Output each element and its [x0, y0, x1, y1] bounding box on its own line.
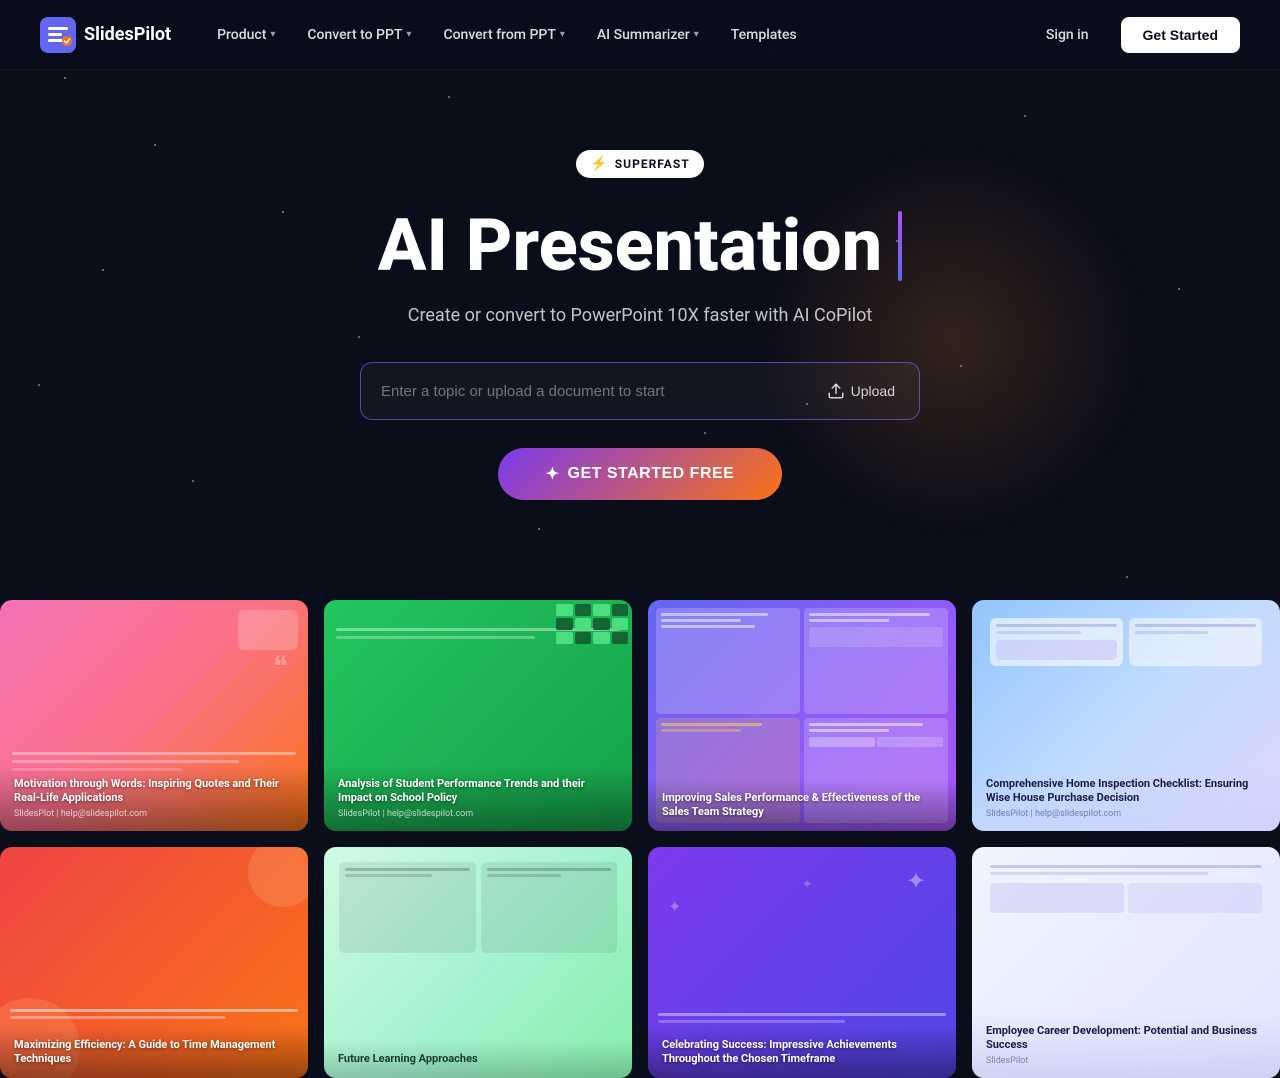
card-content-future: Future Learning Approaches — [324, 1040, 632, 1078]
topic-input-area: Upload — [360, 362, 920, 420]
nav-label-convert-to-ppt: Convert to PPT — [307, 27, 402, 43]
nav-label-product: Product — [217, 27, 266, 43]
presentation-card-student[interactable]: Analysis of Student Performance Trends a… — [324, 600, 632, 831]
nav-item-ai-summarizer[interactable]: AI Summarizer ▾ — [583, 19, 713, 51]
card-title-motivation: Motivation through Words: Inspiring Quot… — [14, 777, 294, 806]
card-footer-student: SlidesPilot | help@slidespilot.com — [338, 809, 618, 819]
card-content-motivation: Motivation through Words: Inspiring Quot… — [0, 765, 308, 832]
card-column-4: Comprehensive Home Inspection Checklist:… — [972, 600, 1280, 1078]
navbar: SlidesPilot Product ▾ Convert to PPT ▾ C… — [0, 0, 1280, 70]
presentation-card-celebrating[interactable]: ✦ ✦ ✦ Celebrating Success: Impressive Ac… — [648, 847, 956, 1078]
nav-right: Sign in Get Started — [1030, 17, 1240, 53]
presentation-card-home[interactable]: Comprehensive Home Inspection Checklist:… — [972, 600, 1280, 831]
card-footer-employee: SlidesPilot — [986, 1056, 1266, 1066]
card-column-1: ❝ Motivation through Words: Inspiring Qu… — [0, 600, 308, 1078]
chevron-down-icon: ▾ — [694, 29, 699, 40]
get-started-nav-button[interactable]: Get Started — [1121, 17, 1240, 53]
hero-title-text: AI Presentation — [378, 206, 882, 285]
card-title-future: Future Learning Approaches — [338, 1052, 618, 1066]
mini-slide-2 — [804, 608, 948, 714]
nav-left: SlidesPilot Product ▾ Convert to PPT ▾ C… — [40, 17, 811, 53]
presentation-card-future[interactable]: Future Learning Approaches — [324, 847, 632, 1078]
card-content-celebrating: Celebrating Success: Impressive Achievem… — [648, 1026, 956, 1078]
title-cursor — [898, 211, 902, 281]
nav-item-convert-to-ppt[interactable]: Convert to PPT ▾ — [293, 19, 425, 51]
card-footer-home: SlidesPilot | help@slidespilot.com — [986, 809, 1266, 819]
chevron-down-icon: ▾ — [560, 29, 565, 40]
nav-label-convert-from-ppt: Convert from PPT — [443, 27, 555, 43]
card-content-sales: Improving Sales Performance & Effectiven… — [648, 779, 956, 832]
card-column-3: Improving Sales Performance & Effectiven… — [648, 600, 956, 1078]
hero-subtitle: Create or convert to PowerPoint 10X fast… — [40, 305, 1240, 326]
nav-item-templates[interactable]: Templates — [717, 19, 811, 51]
card-content-efficiency: Maximizing Efficiency: A Guide to Time M… — [0, 1026, 308, 1078]
badge-text: SUPERFAST — [615, 157, 690, 171]
nav-label-ai-summarizer: AI Summarizer — [597, 27, 690, 43]
hero-section: ⚡ SUPERFAST AI Presentation Create or co… — [0, 70, 1280, 540]
chevron-down-icon: ▾ — [270, 29, 275, 40]
upload-button[interactable]: Upload — [819, 376, 903, 406]
card-column-2: Analysis of Student Performance Trends a… — [324, 600, 632, 1078]
presentation-cards-section: ❝ Motivation through Words: Inspiring Qu… — [0, 600, 1280, 1078]
nav-item-product[interactable]: Product ▾ — [203, 19, 289, 51]
presentation-card-sales[interactable]: Improving Sales Performance & Effectiven… — [648, 600, 956, 831]
sparkle-icon: ✦ — [546, 464, 560, 484]
card-content-home: Comprehensive Home Inspection Checklist:… — [972, 765, 1280, 832]
mini-slide-1 — [656, 608, 800, 714]
presentation-card-employee[interactable]: Employee Career Development: Potential a… — [972, 847, 1280, 1078]
presentation-card-efficiency[interactable]: Maximizing Efficiency: A Guide to Time M… — [0, 847, 308, 1078]
logo-icon — [40, 17, 76, 53]
card-title-efficiency: Maximizing Efficiency: A Guide to Time M… — [14, 1038, 294, 1067]
lightning-icon: ⚡ — [590, 156, 608, 172]
card-title-employee: Employee Career Development: Potential a… — [986, 1024, 1266, 1053]
chevron-down-icon: ▾ — [406, 29, 411, 40]
nav-label-templates: Templates — [731, 27, 797, 43]
nav-menu: Product ▾ Convert to PPT ▾ Convert from … — [203, 19, 811, 51]
card-footer-motivation: SlidesPlot | help@slidespilot.com — [14, 809, 294, 819]
cta-label: GET STARTED FREE — [568, 465, 735, 483]
logo[interactable]: SlidesPilot — [40, 17, 171, 53]
card-title-celebrating: Celebrating Success: Impressive Achievem… — [662, 1038, 942, 1067]
upload-label: Upload — [851, 383, 895, 399]
logo-text: SlidesPilot — [84, 24, 171, 45]
card-title-home: Comprehensive Home Inspection Checklist:… — [986, 777, 1266, 806]
card-content-student: Analysis of Student Performance Trends a… — [324, 765, 632, 832]
hero-title: AI Presentation — [40, 206, 1240, 285]
presentation-card-motivation[interactable]: ❝ Motivation through Words: Inspiring Qu… — [0, 600, 308, 831]
card-title-sales: Improving Sales Performance & Effectiven… — [662, 791, 942, 820]
nav-item-convert-from-ppt[interactable]: Convert from PPT ▾ — [429, 19, 578, 51]
cta-button[interactable]: ✦ GET STARTED FREE — [498, 448, 783, 500]
superfast-badge: ⚡ SUPERFAST — [576, 150, 703, 178]
topic-input[interactable] — [381, 383, 819, 400]
card-content-employee: Employee Career Development: Potential a… — [972, 1012, 1280, 1078]
upload-icon — [827, 382, 845, 400]
card-title-student: Analysis of Student Performance Trends a… — [338, 777, 618, 806]
sign-in-button[interactable]: Sign in — [1030, 19, 1105, 51]
